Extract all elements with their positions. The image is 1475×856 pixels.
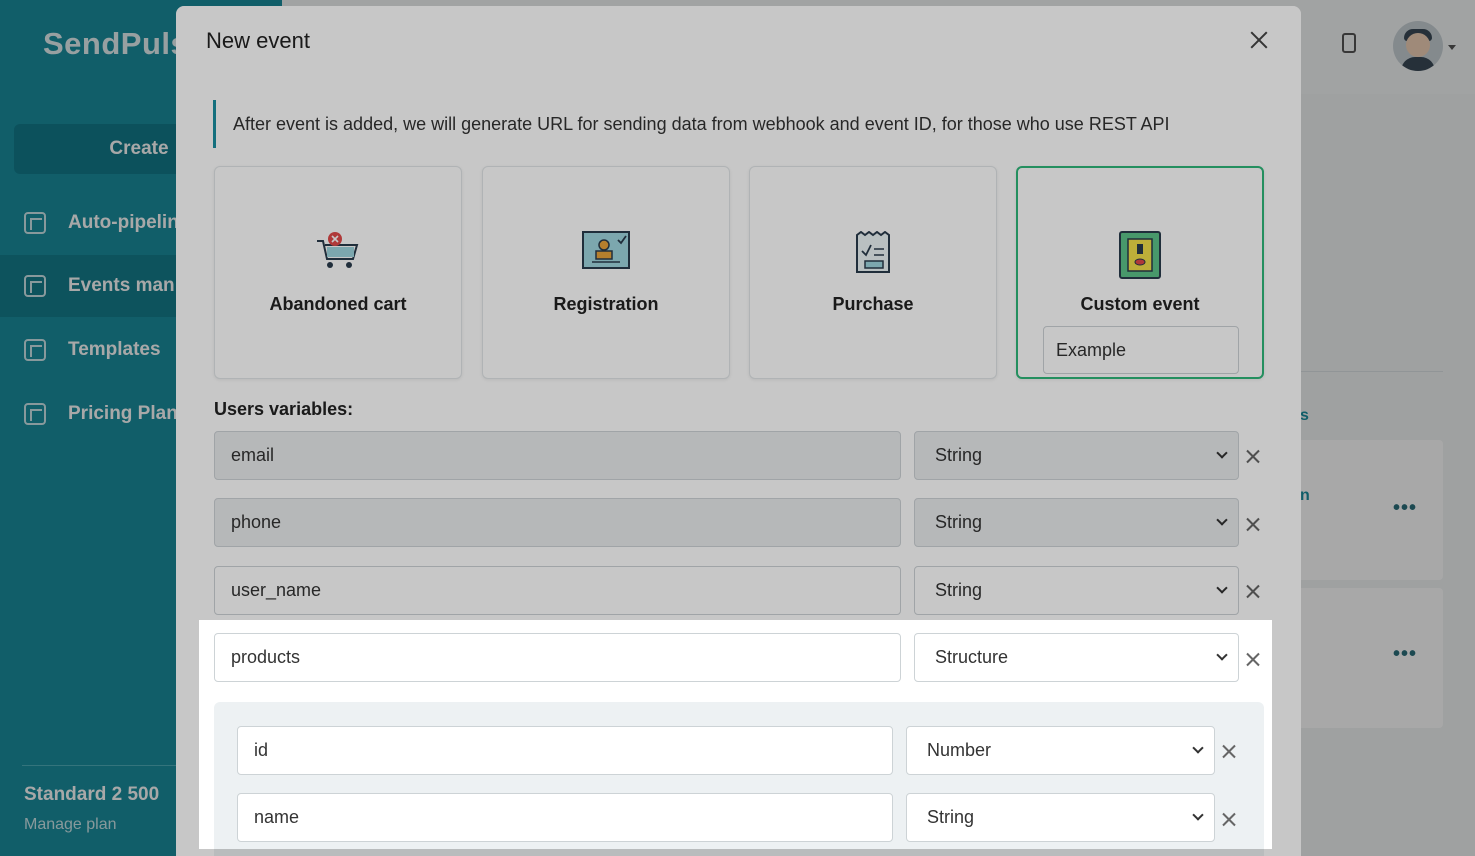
variable-type-select[interactable]: String <box>914 566 1239 615</box>
cart-icon <box>317 232 359 268</box>
remove-icon[interactable] <box>1222 813 1236 827</box>
nested-variable-type-select[interactable]: Number <box>906 726 1215 775</box>
card-label: Registration <box>553 294 659 314</box>
variable-name-field[interactable]: user_name <box>214 566 901 615</box>
nested-variable-name-field[interactable]: id <box>237 726 893 775</box>
remove-icon[interactable] <box>1246 653 1260 667</box>
variable-name-field[interactable]: products <box>214 633 901 682</box>
card-label: Abandoned cart <box>269 294 407 314</box>
select-value: Structure <box>935 647 1009 667</box>
select-value: String <box>935 512 983 532</box>
card-label: Custom event <box>1080 294 1200 314</box>
remove-icon[interactable] <box>1246 450 1260 464</box>
registration-icon <box>582 231 630 269</box>
card-label: Purchase <box>832 294 914 314</box>
custom-event-name-input[interactable]: Example <box>1043 326 1239 374</box>
remove-icon[interactable] <box>1246 518 1260 532</box>
users-variables-title: Users variables: <box>214 399 354 419</box>
chevron-down-icon <box>1216 582 1228 594</box>
variable-name-field: phone <box>214 498 901 547</box>
chevron-down-icon <box>1192 742 1204 754</box>
event-type-card-registration[interactable]: Registration <box>482 166 730 379</box>
nested-variable-name-field[interactable]: name <box>237 793 893 842</box>
select-value: String <box>927 807 975 827</box>
select-value: String <box>935 580 983 600</box>
chevron-down-icon <box>1216 649 1228 661</box>
event-type-card-purchase[interactable]: Purchase <box>749 166 997 379</box>
modal-title: New event <box>206 28 310 53</box>
receipt-icon <box>856 231 890 273</box>
close-icon[interactable] <box>1249 30 1269 50</box>
select-value: String <box>935 445 983 465</box>
variable-name-field: email <box>214 431 901 480</box>
remove-icon[interactable] <box>1246 585 1260 599</box>
variable-type-select[interactable]: String <box>914 431 1239 480</box>
chevron-down-icon <box>1216 447 1228 459</box>
chevron-down-icon <box>1216 514 1228 526</box>
event-type-card-custom-event[interactable]: Custom event Example <box>1016 166 1264 379</box>
select-value: Number <box>927 740 992 760</box>
remove-icon[interactable] <box>1222 745 1236 759</box>
chevron-down-icon <box>1192 809 1204 821</box>
variable-type-select[interactable]: Structure <box>914 633 1239 682</box>
nested-variable-type-select[interactable]: String <box>906 793 1215 842</box>
event-type-card-abandoned-cart[interactable]: Abandoned cart <box>214 166 462 379</box>
info-text: After event is added, we will generate U… <box>233 113 1170 134</box>
info-note: After event is added, we will generate U… <box>213 100 1263 148</box>
custom-event-icon <box>1119 231 1161 279</box>
variable-type-select[interactable]: String <box>914 498 1239 547</box>
